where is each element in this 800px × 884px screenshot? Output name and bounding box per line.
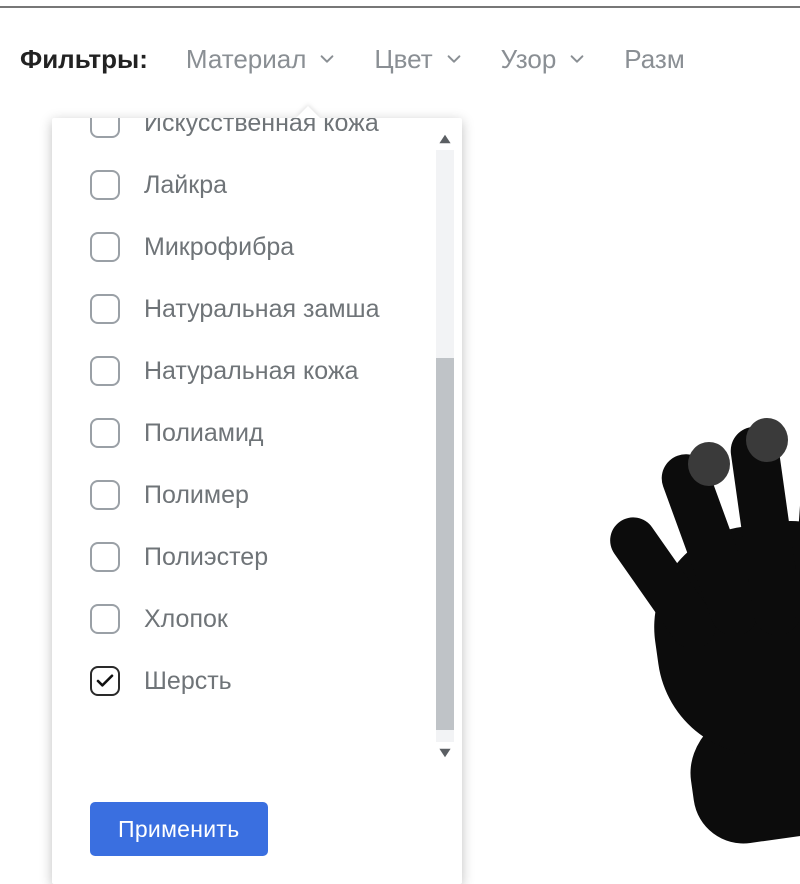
material-option[interactable]: Искусственная кожа: [90, 118, 428, 154]
material-option-list: Искусственная кожа Лайкра Микрофибра Натура…: [52, 118, 462, 774]
material-option-label: Натуральная кожа: [144, 357, 358, 386]
filter-chip-color[interactable]: Цвет: [374, 44, 462, 75]
filter-chip-pattern[interactable]: Узор: [501, 44, 587, 75]
material-option[interactable]: Полиамид: [90, 402, 428, 464]
checkbox-icon[interactable]: [90, 118, 120, 138]
checkbox-icon[interactable]: [90, 480, 120, 510]
filter-chip-label: Материал: [186, 44, 307, 75]
product-image-glove: [570, 396, 800, 816]
filter-chip-label: Цвет: [374, 44, 432, 75]
material-option-label: Микрофибра: [144, 233, 294, 262]
divider-top: [0, 6, 800, 8]
filter-chip-size[interactable]: Разм: [624, 44, 684, 75]
dropdown-footer: Применить: [52, 774, 462, 884]
material-option[interactable]: Микрофибра: [90, 216, 428, 278]
chevron-down-icon: [568, 44, 586, 75]
material-option-label: Полиамид: [144, 419, 264, 448]
scrollbar-track[interactable]: [436, 150, 454, 742]
dropdown-pointer: [296, 106, 320, 118]
checkbox-icon[interactable]: [90, 356, 120, 386]
apply-button[interactable]: Применить: [90, 802, 268, 856]
material-option-label: Шерсть: [144, 667, 232, 696]
material-option[interactable]: Натуральная замша: [90, 278, 428, 340]
material-option[interactable]: Натуральная кожа: [90, 340, 428, 402]
material-option[interactable]: Полимер: [90, 464, 428, 526]
material-option[interactable]: Полиэстер: [90, 526, 428, 588]
filters-label: Фильтры:: [20, 44, 148, 75]
material-option[interactable]: Шерсть: [90, 650, 428, 712]
chevron-down-icon: [445, 44, 463, 75]
scrollbar-thumb[interactable]: [436, 358, 454, 730]
filters-bar: Фильтры: Материал Цвет Узор Разм: [20, 44, 800, 75]
material-option-label: Полимер: [144, 481, 249, 510]
checkbox-checked-icon[interactable]: [90, 666, 120, 696]
filter-chip-material[interactable]: Материал: [186, 44, 337, 75]
filter-chip-label: Разм: [624, 44, 684, 75]
checkbox-icon[interactable]: [90, 418, 120, 448]
filter-chip-label: Узор: [501, 44, 557, 75]
checkbox-icon[interactable]: [90, 170, 120, 200]
checkbox-icon[interactable]: [90, 294, 120, 324]
material-option-label: Полиэстер: [144, 543, 268, 572]
scroll-up-button[interactable]: [434, 128, 456, 150]
material-option-label: Натуральная замша: [144, 295, 380, 324]
scrollbar[interactable]: [434, 128, 456, 764]
checkbox-icon[interactable]: [90, 604, 120, 634]
material-option-label: Искусственная кожа: [144, 118, 379, 138]
material-option-label: Хлопок: [144, 605, 228, 634]
scroll-down-button[interactable]: [434, 742, 456, 764]
material-option[interactable]: Лайкра: [90, 154, 428, 216]
material-option[interactable]: Хлопок: [90, 588, 428, 650]
checkbox-icon[interactable]: [90, 542, 120, 572]
chevron-down-icon: [318, 44, 336, 75]
material-dropdown: Искусственная кожа Лайкра Микрофибра Натура…: [52, 118, 462, 884]
material-option-label: Лайкра: [144, 171, 227, 200]
checkbox-icon[interactable]: [90, 232, 120, 262]
